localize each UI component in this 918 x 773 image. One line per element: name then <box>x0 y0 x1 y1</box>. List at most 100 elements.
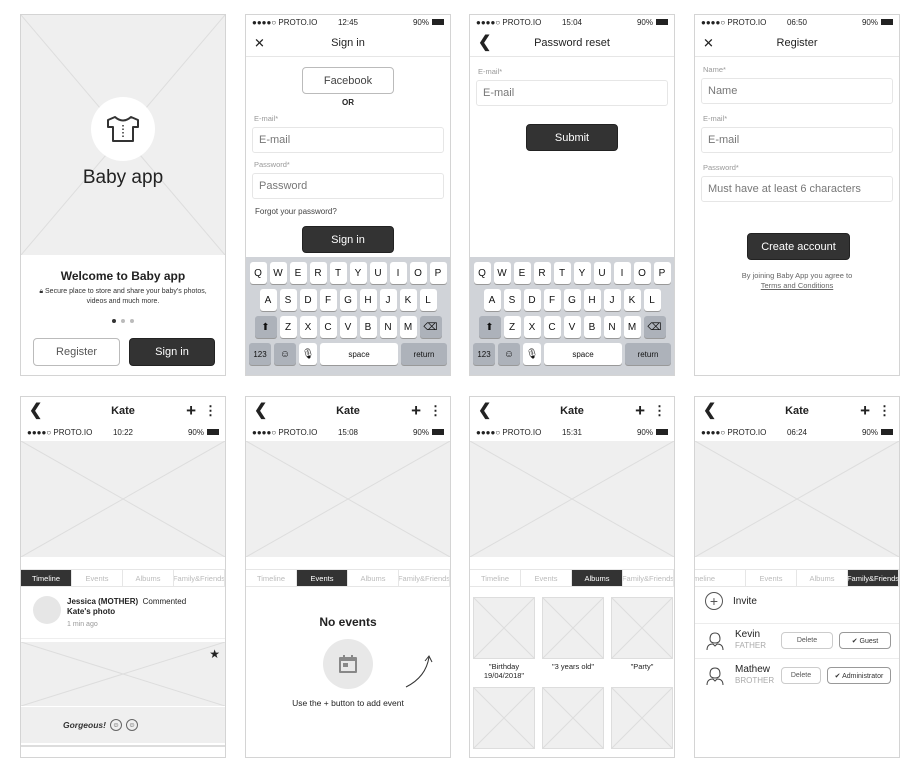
album-caption[interactable]: "Party" <box>609 662 674 671</box>
emoji-key[interactable]: ☺ <box>498 343 520 365</box>
key-b[interactable]: B <box>359 316 377 338</box>
key-o[interactable]: O <box>409 262 427 284</box>
page-dot-active[interactable] <box>112 319 116 323</box>
post-object[interactable]: Kate's photo <box>67 607 115 616</box>
key-v[interactable]: V <box>339 316 357 338</box>
key-k[interactable]: K <box>623 289 641 311</box>
key-m[interactable]: M <box>623 316 641 338</box>
add-icon[interactable]: + <box>411 401 421 421</box>
back-icon[interactable]: ❮ <box>478 34 491 51</box>
submit-button[interactable]: Submit <box>526 124 618 151</box>
key-u[interactable]: U <box>369 262 387 284</box>
emoji-reaction-icon[interactable]: ☺ <box>125 719 138 731</box>
add-circle-icon[interactable]: + <box>705 592 723 610</box>
key-a[interactable]: A <box>259 289 277 311</box>
tab-albums[interactable]: Albums <box>123 570 174 586</box>
key-q[interactable]: Q <box>473 262 491 284</box>
tab-events[interactable]: Events <box>746 570 797 586</box>
return-key[interactable]: return <box>401 343 447 365</box>
key-v[interactable]: V <box>563 316 581 338</box>
shift-key[interactable]: ⬆ <box>478 316 501 338</box>
name-input[interactable]: Name <box>701 78 893 104</box>
add-icon[interactable]: + <box>186 401 196 421</box>
key-x[interactable]: X <box>523 316 541 338</box>
key-j[interactable]: J <box>603 289 621 311</box>
facebook-button[interactable]: Facebook <box>302 67 394 94</box>
tab-timeline[interactable]: Timeline <box>21 570 72 586</box>
key-p[interactable]: P <box>653 262 671 284</box>
key-s[interactable]: S <box>503 289 521 311</box>
password-input[interactable]: Must have at least 6 characters <box>701 176 893 202</box>
signin-button[interactable]: Sign in <box>129 338 215 366</box>
key-j[interactable]: J <box>379 289 397 311</box>
key-r[interactable]: R <box>533 262 551 284</box>
space-key[interactable]: space <box>544 343 622 365</box>
key-f[interactable]: F <box>319 289 337 311</box>
key-o[interactable]: O <box>633 262 651 284</box>
key-c[interactable]: C <box>543 316 561 338</box>
key-c[interactable]: C <box>319 316 337 338</box>
back-icon[interactable]: ❮ <box>29 403 42 419</box>
numbers-key[interactable]: 123 <box>249 343 271 365</box>
tab-albums[interactable]: Albums <box>348 570 399 586</box>
page-dot[interactable] <box>130 319 134 323</box>
cover-photo-placeholder[interactable] <box>21 441 225 557</box>
key-z[interactable]: Z <box>503 316 521 338</box>
emoji-key[interactable]: ☺ <box>274 343 296 365</box>
key-a[interactable]: A <box>483 289 501 311</box>
password-input[interactable]: Password <box>252 173 444 199</box>
member-role-button[interactable]: ✔ Administrator <box>827 667 891 684</box>
return-key[interactable]: return <box>625 343 671 365</box>
key-d[interactable]: D <box>523 289 541 311</box>
terms-link[interactable]: Terms and Conditions <box>695 281 899 291</box>
key-i[interactable]: I <box>389 262 407 284</box>
tab-timeline[interactable]: Timeline <box>470 570 521 586</box>
key-l[interactable]: L <box>643 289 661 311</box>
key-k[interactable]: K <box>399 289 417 311</box>
key-s[interactable]: S <box>279 289 297 311</box>
key-g[interactable]: G <box>339 289 357 311</box>
add-icon[interactable]: + <box>860 401 870 421</box>
key-x[interactable]: X <box>299 316 317 338</box>
email-input[interactable]: E-mail <box>701 127 893 153</box>
key-b[interactable]: B <box>583 316 601 338</box>
key-m[interactable]: M <box>399 316 417 338</box>
key-u[interactable]: U <box>593 262 611 284</box>
key-y[interactable]: Y <box>573 262 591 284</box>
key-l[interactable]: L <box>419 289 437 311</box>
delete-member-button[interactable]: Delete <box>781 632 833 649</box>
forgot-password-link[interactable]: Forgot your password? <box>255 207 441 216</box>
key-p[interactable]: P <box>429 262 447 284</box>
album-thumbnail[interactable] <box>542 687 604 749</box>
album-caption[interactable]: "3 years old" <box>540 662 606 671</box>
backspace-key[interactable]: ⌫ <box>643 316 666 338</box>
back-icon[interactable]: ❮ <box>478 403 491 419</box>
key-n[interactable]: N <box>379 316 397 338</box>
key-f[interactable]: F <box>543 289 561 311</box>
numbers-key[interactable]: 123 <box>473 343 495 365</box>
tab-albums[interactable]: Albums <box>797 570 848 586</box>
key-h[interactable]: H <box>583 289 601 311</box>
post-author[interactable]: Jessica (MOTHER) <box>67 597 138 606</box>
album-thumbnail[interactable] <box>611 597 673 659</box>
more-icon[interactable]: ⋮ <box>429 403 442 419</box>
key-r[interactable]: R <box>309 262 327 284</box>
album-thumbnail[interactable] <box>473 687 535 749</box>
cover-photo-placeholder[interactable] <box>246 441 450 557</box>
email-input[interactable]: E-mail <box>476 80 668 106</box>
microphone-key[interactable]: 🎙︎ <box>523 343 541 365</box>
tab-timeline[interactable]: Timeline <box>695 570 746 586</box>
backspace-key[interactable]: ⌫ <box>419 316 442 338</box>
album-thumbnail[interactable] <box>611 687 673 749</box>
key-i[interactable]: I <box>613 262 631 284</box>
avatar[interactable] <box>33 596 61 624</box>
close-icon[interactable]: ✕ <box>703 36 714 49</box>
more-icon[interactable]: ⋮ <box>204 403 217 419</box>
page-dot[interactable] <box>121 319 125 323</box>
member-role-button[interactable]: ✔ Guest <box>839 632 891 649</box>
key-n[interactable]: N <box>603 316 621 338</box>
microphone-key[interactable]: 🎙︎ <box>299 343 317 365</box>
album-thumbnail[interactable] <box>542 597 604 659</box>
close-icon[interactable]: ✕ <box>254 36 265 49</box>
emoji-reaction-icon[interactable]: ☺ <box>109 719 122 731</box>
